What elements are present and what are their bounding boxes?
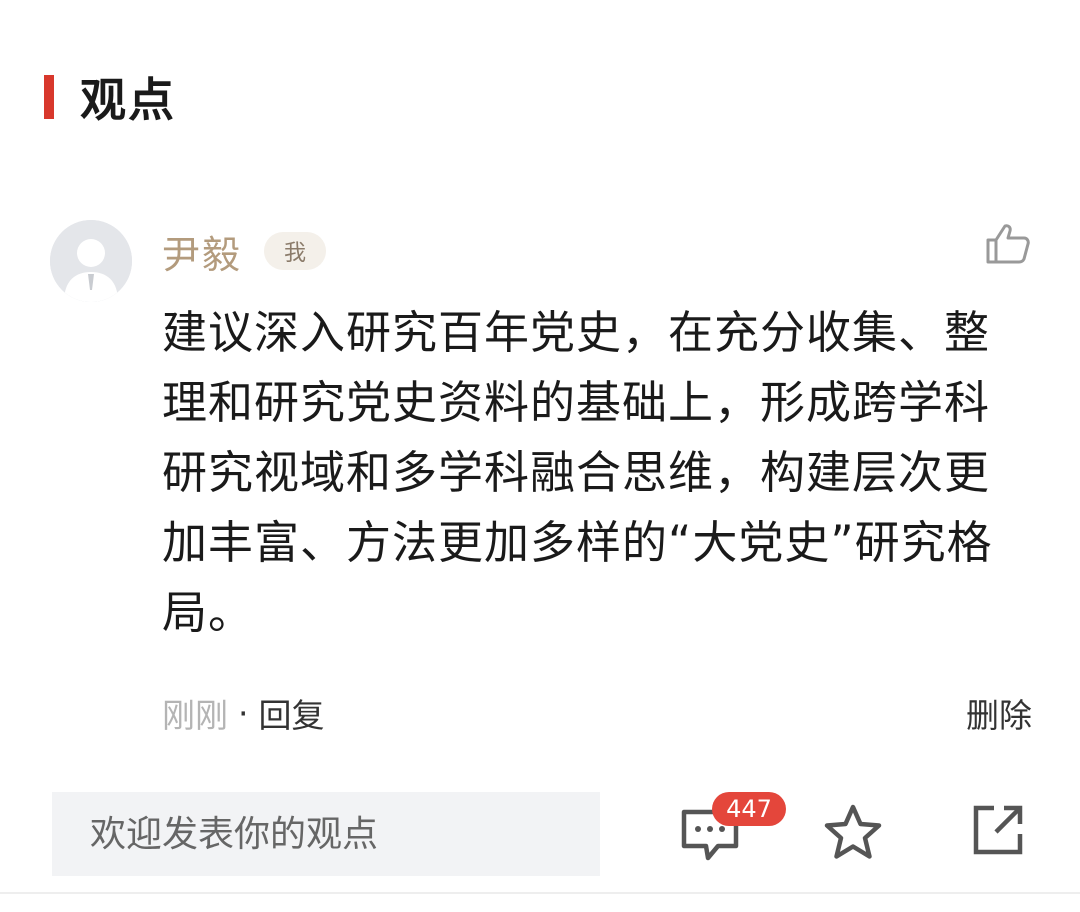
like-button[interactable] [984,222,1032,266]
section-header: 观点 [44,72,176,127]
comment-count-badge: 447 [712,792,786,826]
star-icon [824,804,882,859]
comment-meta: 刚刚 · 回复 删除 [162,688,1032,738]
favorite-button[interactable] [822,802,884,864]
bottom-action-bar: 447 [0,772,1080,890]
author-name[interactable]: 尹毅 [162,224,242,279]
comment-time: 刚刚 [162,696,228,735]
reply-button[interactable]: 回复 [259,689,325,737]
share-icon [973,805,1023,855]
share-button[interactable] [970,802,1026,858]
comment-page: 观点 尹毅 我 建议深入研究百年党史，在充分收集、整理和研究党史资料的基础上，形… [0,0,1080,912]
delete-button[interactable]: 删除 [966,689,1032,737]
me-badge: 我 [264,232,327,270]
comment-body: 建议深入研究百年党史，在充分收集、整理和研究党史资料的基础上，形成跨学科研究视域… [162,306,993,639]
meta-separator: · [238,693,249,733]
default-avatar-icon [50,220,132,302]
comment-input[interactable] [52,792,600,876]
section-accent-bar [44,75,54,119]
avatar[interactable] [50,220,132,302]
bottom-divider [0,892,1080,894]
section-title: 观点 [80,73,176,127]
thumbs-up-icon [986,224,1030,264]
author-row: 尹毅 我 [162,224,327,279]
